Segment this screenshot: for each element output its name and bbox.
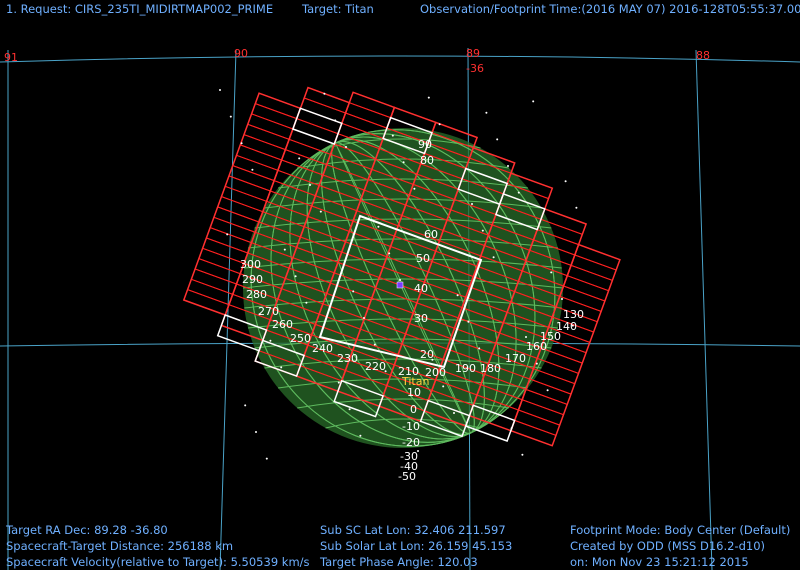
lon-label: 260	[272, 318, 293, 331]
lat-label: 30	[414, 312, 428, 325]
sky-view: 91 90 89 88 -36 90806050403020100-10-20-…	[0, 0, 800, 570]
created-on: on: Mon Nov 23 15:21:12 2015	[570, 555, 749, 569]
footer-left: Target RA Dec: 89.28 -36.80 Spacecraft-T…	[6, 522, 310, 570]
lat-label: -50	[398, 470, 416, 483]
observation-time: Observation/Footprint Time:(2016 MAY 07)…	[420, 2, 800, 16]
footer-middle: Sub SC Lat Lon: 32.406 211.597 Sub Solar…	[320, 522, 512, 570]
lat-label: 80	[420, 154, 434, 167]
lon-label: 170	[505, 352, 526, 365]
lon-label: 250	[290, 332, 311, 345]
target-ra-dec: Target RA Dec: 89.28 -36.80	[6, 523, 168, 537]
lat-label: 0	[410, 403, 417, 416]
lat-label: 90	[418, 138, 432, 151]
ra-label-88: 88	[696, 49, 710, 62]
lon-label: 230	[337, 352, 358, 365]
lat-label: 60	[424, 228, 438, 241]
request-title: 1. Request: CIRS_235TI_MIDIRTMAP002_PRIM…	[6, 2, 274, 16]
lon-label: 280	[246, 288, 267, 301]
target-title: Target: Titan	[302, 2, 374, 16]
sub-sc-lat-lon: Sub SC Lat Lon: 32.406 211.597	[320, 523, 506, 537]
footer-right: Footprint Mode: Body Center (Default) Cr…	[570, 522, 790, 570]
lat-label: -10	[402, 420, 420, 433]
target-center-marker	[396, 281, 404, 289]
spacecraft-velocity: Spacecraft Velocity(relative to Target):…	[6, 555, 310, 569]
lon-label: 220	[365, 360, 386, 373]
lon-label: 270	[258, 305, 279, 318]
lon-label: 180	[480, 362, 501, 375]
ra-label-91: 91	[4, 51, 18, 64]
created-by: Created by ODD (MSS D16.2-d10)	[570, 539, 766, 553]
ra-label-90: 90	[234, 47, 248, 60]
lon-label: 300	[240, 258, 261, 271]
dec-label: -36	[466, 62, 484, 75]
ra-label-89: 89	[466, 47, 480, 60]
lon-label: 130	[563, 308, 584, 321]
lon-label: 140	[556, 320, 577, 333]
lon-label: 240	[312, 342, 333, 355]
lon-label: 190	[455, 362, 476, 375]
spacecraft-distance: Spacecraft-Target Distance: 256188 km	[6, 539, 234, 553]
footprint-mode: Footprint Mode: Body Center (Default)	[570, 523, 791, 537]
lat-label: 40	[414, 282, 428, 295]
target-label: Titan	[401, 375, 429, 388]
lat-label: -20	[402, 436, 420, 449]
phase-angle: Target Phase Angle: 120.03	[320, 555, 478, 569]
lon-label: 290	[242, 273, 263, 286]
sub-solar-lat-lon: Sub Solar Lat Lon: 26.159 45.153	[320, 539, 513, 553]
lat-label: 50	[416, 252, 430, 265]
lat-label: 20	[420, 348, 434, 361]
